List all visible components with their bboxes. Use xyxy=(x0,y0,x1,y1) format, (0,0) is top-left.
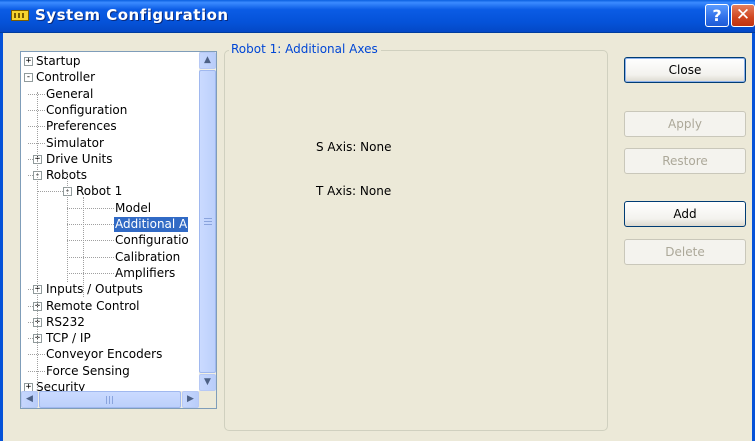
grip-line xyxy=(106,396,107,404)
tree-item[interactable]: - Controller xyxy=(21,70,199,86)
add-button[interactable]: Add xyxy=(624,201,746,227)
tree-item[interactable]: + RS232 xyxy=(21,315,199,331)
help-button[interactable]: ? xyxy=(705,4,729,27)
grip-line xyxy=(109,396,110,404)
expand-icon[interactable]: + xyxy=(24,57,33,66)
restore-button[interactable]: Restore xyxy=(624,148,746,174)
grip-line xyxy=(204,218,212,219)
tree-item[interactable]: Force Sensing xyxy=(21,364,199,380)
horizontal-scrollbar[interactable]: ◀ ▶ xyxy=(21,391,199,408)
tree-connector xyxy=(67,172,68,282)
tree-item-label: Calibration xyxy=(115,249,181,264)
scrollbar-corner xyxy=(199,391,216,408)
window-frame-left xyxy=(0,33,3,441)
tree-item[interactable]: + Security xyxy=(21,380,199,391)
s-axis-label: S Axis: None xyxy=(316,140,392,154)
tree-item-label: Additional A xyxy=(114,217,189,232)
expand-icon[interactable]: + xyxy=(24,383,33,391)
tree-item[interactable]: Additional A xyxy=(21,217,199,233)
tree-item-label: Remote Control xyxy=(46,298,140,313)
horizontal-scroll-thumb[interactable] xyxy=(39,391,181,408)
tree-item[interactable]: - Robots xyxy=(21,168,199,184)
tree-item[interactable]: + Drive Units xyxy=(21,152,199,168)
tree-item[interactable]: General xyxy=(21,87,199,103)
window-title: System Configuration xyxy=(35,6,229,24)
collapse-icon[interactable]: - xyxy=(24,73,33,83)
tree-item-label: Configuration xyxy=(46,102,128,117)
tree-connector xyxy=(83,197,84,297)
vertical-scrollbar[interactable]: ▲ ▼ xyxy=(199,52,216,391)
tree-connector xyxy=(37,191,63,193)
tree-item[interactable]: Configuration xyxy=(21,103,199,119)
tree-item-label: Force Sensing xyxy=(46,363,130,378)
tree-item[interactable]: - Robot 1 xyxy=(21,184,199,200)
grip-line xyxy=(204,221,212,222)
tree-item-label: Inputs / Outputs xyxy=(46,282,143,297)
grip-line xyxy=(112,396,113,404)
scroll-up-icon[interactable]: ▲ xyxy=(199,52,216,69)
tree-item-label: General xyxy=(46,86,94,101)
tree-item-label: Drive Units xyxy=(46,151,113,166)
tree-item[interactable]: Conveyor Encoders xyxy=(21,347,199,363)
apply-button[interactable]: Apply xyxy=(624,111,746,137)
tree-item-label: Conveyor Encoders xyxy=(46,347,163,362)
tree-connector xyxy=(67,240,114,242)
tree-connector xyxy=(67,272,114,274)
tree-item-label: TCP / IP xyxy=(46,331,91,346)
t-axis-label: T Axis: None xyxy=(316,184,392,198)
tree-item-label: Simulator xyxy=(46,135,104,150)
tree-item[interactable]: Amplifiers xyxy=(21,266,199,282)
close-button[interactable]: Close xyxy=(624,57,746,83)
title-bar[interactable]: System Configuration ? ✕ xyxy=(0,0,755,33)
tree-item[interactable]: Calibration xyxy=(21,250,199,266)
tree-item-label: Startup xyxy=(36,54,81,68)
tree-item[interactable]: + Remote Control xyxy=(21,299,199,315)
tree-item[interactable]: Configuratio xyxy=(21,233,199,249)
tree-connector xyxy=(67,207,114,209)
tree-connector xyxy=(67,256,114,258)
tree-item-label: Model xyxy=(115,200,152,215)
app-icon xyxy=(11,10,29,21)
tree-connector xyxy=(37,92,38,391)
scroll-left-icon[interactable]: ◀ xyxy=(21,391,38,408)
tree-item[interactable]: + TCP / IP xyxy=(21,331,199,347)
tree-item-label: Amplifiers xyxy=(115,265,176,280)
tree-item-label: Preferences xyxy=(46,119,117,134)
tree-item-label: Controller xyxy=(36,70,96,85)
scroll-down-icon[interactable]: ▼ xyxy=(199,374,216,391)
scroll-right-icon[interactable]: ▶ xyxy=(182,391,199,408)
tree-item[interactable]: Simulator xyxy=(21,136,199,152)
tree-item-label: RS232 xyxy=(46,314,85,329)
tree-item[interactable]: Preferences xyxy=(21,119,199,135)
grip-line xyxy=(204,224,212,225)
tree-item-label: Configuratio xyxy=(115,233,189,248)
tree-item[interactable]: + Startup xyxy=(21,54,199,70)
additional-axes-group xyxy=(224,50,608,431)
tree-item[interactable]: + Inputs / Outputs xyxy=(21,282,199,298)
configuration-tree[interactable]: + Startup - Controller General Configuration P… xyxy=(20,51,217,409)
tree-item[interactable]: Model xyxy=(21,201,199,217)
vertical-scroll-thumb[interactable] xyxy=(199,70,216,373)
delete-button[interactable]: Delete xyxy=(624,239,746,265)
tree-list: + Startup - Controller General Configuration P… xyxy=(21,52,199,391)
close-window-button[interactable]: ✕ xyxy=(731,4,755,27)
group-title: Robot 1: Additional Axes xyxy=(229,42,381,56)
tree-item-label: Security xyxy=(36,380,86,391)
tree-connector xyxy=(67,224,114,225)
